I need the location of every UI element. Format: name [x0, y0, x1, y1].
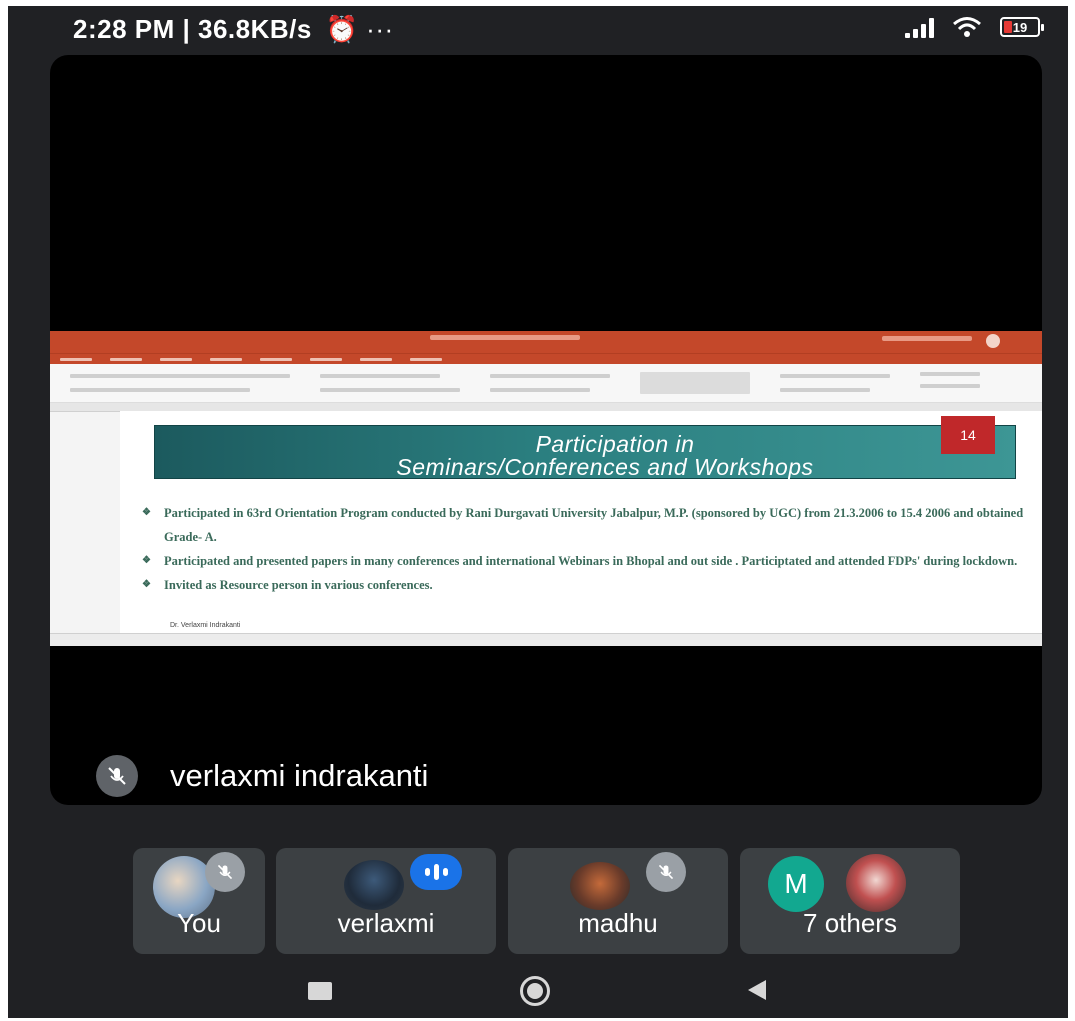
back-icon[interactable] [748, 980, 766, 1000]
status-time: 2:28 PM | 36.8KB/s ⏰ ··· [73, 14, 394, 45]
participant-name: You [177, 908, 221, 938]
status-icons: 19 [905, 16, 1044, 38]
slide-bullet: Participated in 63rd Orientation Program… [142, 501, 1032, 549]
active-speaker: verlaxmi indrakanti [96, 755, 428, 797]
participant-tile-you[interactable]: You [133, 848, 265, 954]
battery-level: 19 [1012, 19, 1028, 35]
ppt-ribbon [50, 364, 1042, 403]
ppt-statusbar [50, 633, 1042, 646]
home-icon[interactable] [520, 976, 550, 1006]
ppt-menubar [50, 353, 1042, 364]
avatar [344, 860, 404, 910]
slide-title-line2: Seminars/Conferences and Workshops [396, 454, 814, 480]
participant-tile-madhu[interactable]: madhu [508, 848, 728, 954]
slide-bullets: Participated in 63rd Orientation Program… [142, 501, 1032, 597]
slide-title-banner: Participation in Seminars/Conferences an… [154, 416, 1016, 480]
participant-name: 7 others [803, 908, 897, 938]
status-bar: 2:28 PM | 36.8KB/s ⏰ ··· 19 [8, 6, 1068, 50]
mic-off-icon [205, 852, 245, 892]
mic-off-icon [96, 755, 138, 797]
mic-off-icon [646, 852, 686, 892]
system-nav-bar [8, 966, 1068, 1018]
shared-screen: Participation in Seminars/Conferences an… [50, 331, 1042, 646]
speaking-indicator-icon [410, 854, 462, 890]
time-and-speed: 2:28 PM | 36.8KB/s [73, 14, 312, 44]
participant-tile-others[interactable]: M 7 others [740, 848, 960, 954]
slide-bullet: Participated and presented papers in man… [142, 549, 1032, 573]
slide-bullet: Invited as Resource person in various co… [142, 573, 1032, 597]
wifi-icon [953, 17, 981, 37]
signal-icon [905, 16, 934, 38]
ppt-titlebar [50, 331, 1042, 353]
alarm-and-more-icons: ⏰ ··· [325, 14, 394, 44]
slide-number: 14 [941, 416, 995, 454]
avatar [846, 854, 906, 912]
slide: Participation in Seminars/Conferences an… [120, 411, 1042, 639]
slide-author: Dr. Verlaxmi Indrakanti [170, 622, 241, 629]
presentation-stage[interactable]: Participation in Seminars/Conferences an… [50, 55, 1042, 805]
recents-icon[interactable] [308, 982, 332, 1000]
battery-icon: 19 [1000, 17, 1044, 37]
avatar [570, 862, 630, 910]
participant-name: verlaxmi [337, 908, 435, 938]
participant-name: madhu [578, 908, 658, 938]
speaker-name: verlaxmi indrakanti [170, 758, 429, 793]
meeting-screen: 2:28 PM | 36.8KB/s ⏰ ··· 19 Participatio… [8, 6, 1068, 1018]
avatar-letter: M [768, 856, 824, 912]
participant-tile-verlaxmi[interactable]: verlaxmi [276, 848, 496, 954]
